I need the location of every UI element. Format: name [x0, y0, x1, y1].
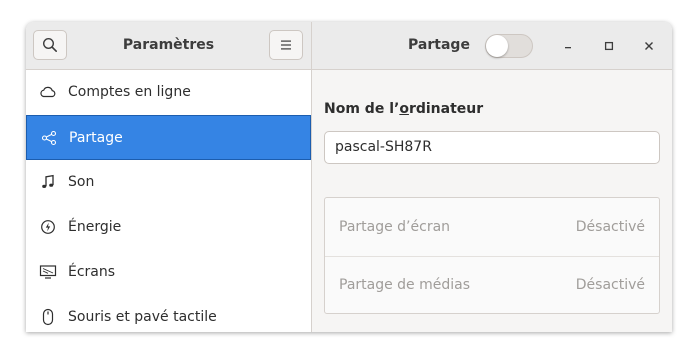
sharing-toggle[interactable]: [485, 34, 533, 58]
sidebar-item-label: Comptes en ligne: [68, 84, 191, 100]
header-left-pane: Paramètres: [26, 22, 312, 69]
window-title: Paramètres: [122, 37, 215, 53]
sidebar: Comptes en ligne Partage Son Énergie Écr…: [26, 70, 312, 332]
sidebar-item-sound[interactable]: Son: [26, 160, 311, 205]
sidebar-item-label: Souris et pavé tactile: [68, 309, 217, 325]
sidebar-item-label: Partage: [69, 130, 123, 146]
sidebar-item-label: Son: [68, 174, 95, 190]
minimize-icon: [565, 47, 571, 49]
sidebar-item-displays[interactable]: Écrans: [26, 250, 311, 295]
close-button[interactable]: [636, 33, 662, 59]
panel-title: Partage: [408, 37, 470, 53]
settings-window: Paramètres Partage Comptes en ligne Part…: [26, 22, 672, 332]
sidebar-item-label: Énergie: [68, 219, 122, 235]
search-button[interactable]: [33, 30, 67, 60]
media-sharing-row: Partage de médias Désactivé: [325, 256, 659, 314]
maximize-button[interactable]: [596, 33, 622, 59]
toggle-knob: [486, 35, 508, 57]
media-sharing-status: Désactivé: [575, 277, 645, 293]
sharing-panel: Nom de l’ordinateur pascal-SH87R Partage…: [312, 70, 672, 332]
media-sharing-label: Partage de médias: [339, 277, 471, 293]
computer-name-input[interactable]: pascal-SH87R: [324, 131, 660, 164]
maximize-icon: [604, 41, 614, 51]
search-icon: [42, 37, 57, 52]
mouse-icon: [39, 308, 57, 326]
cloud-icon: [39, 83, 57, 101]
sidebar-item-label: Écrans: [68, 264, 116, 280]
sharing-options-list: Partage d’écran Désactivé Partage de méd…: [324, 197, 660, 314]
hamburger-menu-icon: [281, 40, 291, 50]
sidebar-item-online-accounts[interactable]: Comptes en ligne: [26, 70, 311, 115]
main-menu-button[interactable]: [269, 30, 303, 60]
close-icon: [645, 42, 653, 50]
music-note-icon: [39, 173, 57, 191]
sidebar-item-mouse[interactable]: Souris et pavé tactile: [26, 295, 311, 332]
minimize-button[interactable]: [555, 33, 581, 59]
power-icon: [39, 218, 57, 236]
display-icon: [39, 263, 57, 281]
header-bar: Paramètres Partage: [26, 22, 672, 70]
computer-name-label: Nom de l’ordinateur: [324, 101, 484, 117]
share-icon: [40, 129, 58, 147]
screen-sharing-row: Partage d’écran Désactivé: [325, 198, 659, 257]
screen-sharing-status: Désactivé: [575, 219, 645, 235]
screen-sharing-label: Partage d’écran: [339, 219, 451, 235]
sidebar-item-sharing[interactable]: Partage: [26, 115, 311, 160]
sidebar-item-power[interactable]: Énergie: [26, 205, 311, 250]
